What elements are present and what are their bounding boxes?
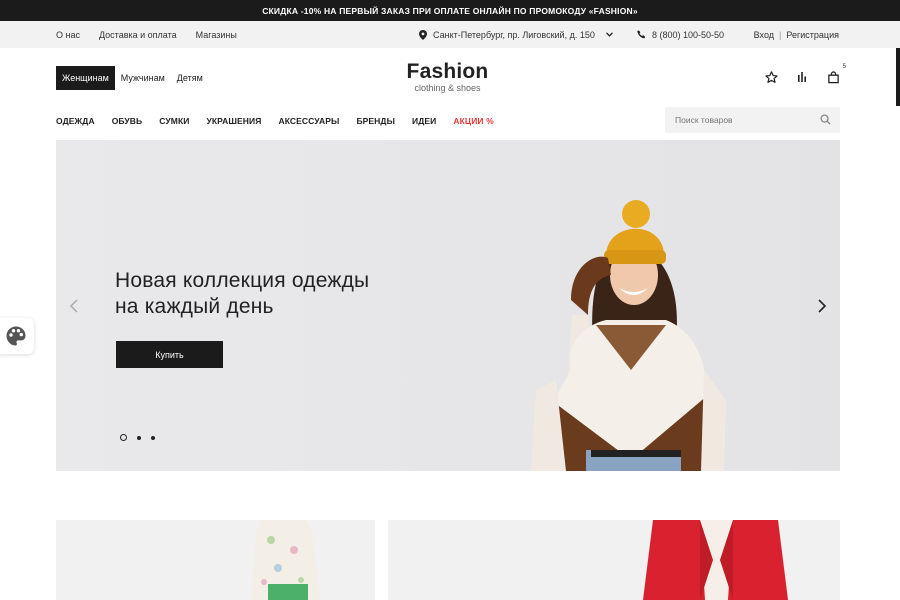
hero-title-line2: на каждый день bbox=[115, 295, 274, 318]
nav-brands[interactable]: БРЕНДЫ bbox=[356, 116, 395, 126]
prev-slide-arrow-icon[interactable] bbox=[68, 298, 80, 314]
logo-tagline: clothing & shoes bbox=[414, 83, 481, 93]
nav-shoes[interactable]: ОБУВЬ bbox=[112, 116, 143, 126]
nav-sale[interactable]: АКЦИИ % bbox=[453, 116, 493, 126]
nav-jewelry[interactable]: УКРАШЕНИЯ bbox=[206, 116, 261, 126]
tab-kids[interactable]: Детям bbox=[171, 66, 209, 90]
location-pin-icon bbox=[419, 29, 427, 40]
category-nav: ОДЕЖДА ОБУВЬ СУМКИ УКРАШЕНИЯ АКСЕССУАРЫ … bbox=[56, 110, 494, 132]
site-logo[interactable]: Fashion clothing & shoes bbox=[380, 60, 515, 93]
city-selector[interactable]: Санкт-Петербург, пр. Лиговский, д. 150 bbox=[419, 21, 613, 48]
phone-icon bbox=[637, 30, 646, 39]
hero-slider: Новая коллекция одежды на каждый день Ку… bbox=[56, 140, 840, 471]
nav-bags[interactable]: СУМКИ bbox=[159, 116, 189, 126]
slider-dot-2[interactable] bbox=[137, 435, 141, 440]
category-card-dress[interactable] bbox=[56, 520, 375, 600]
category-cards bbox=[0, 520, 900, 600]
hero-title: Новая коллекция одежды на каждый день bbox=[115, 268, 369, 320]
cart-count-badge: 5 bbox=[842, 64, 846, 70]
nav-clothing[interactable]: ОДЕЖДА bbox=[56, 116, 95, 126]
slider-dot-3[interactable] bbox=[151, 435, 155, 440]
auth-links: Вход | Регистрация bbox=[754, 21, 839, 48]
slider-dot-1[interactable] bbox=[120, 434, 127, 441]
promo-banner: СКИДКА -10% НА ПЕРВЫЙ ЗАКАЗ ПРИ ОПЛАТЕ О… bbox=[0, 0, 900, 21]
category-card-jacket[interactable] bbox=[388, 520, 840, 600]
favorites-star-icon[interactable] bbox=[764, 70, 778, 84]
tab-men[interactable]: Мужчинам bbox=[115, 66, 171, 90]
slider-dots bbox=[120, 434, 155, 441]
scrollbar-thumb[interactable] bbox=[896, 48, 900, 106]
nav-ideas[interactable]: ИДЕИ bbox=[412, 116, 436, 126]
header-actions: 5 bbox=[764, 64, 846, 84]
cart-bag-icon[interactable]: 5 bbox=[826, 64, 846, 84]
auth-separator: | bbox=[779, 29, 782, 40]
gender-tabs: Женщинам Мужчинам Детям bbox=[56, 66, 209, 90]
jacket-photo bbox=[643, 520, 788, 600]
search-input[interactable] bbox=[665, 115, 810, 125]
promo-text: СКИДКА -10% НА ПЕРВЫЙ ЗАКАЗ ПРИ ОПЛАТЕ О… bbox=[262, 5, 638, 16]
chevron-down-icon bbox=[605, 32, 613, 37]
palette-icon bbox=[5, 325, 27, 347]
login-link[interactable]: Вход bbox=[754, 30, 774, 40]
main-header: Женщинам Мужчинам Детям Fashion clothing… bbox=[0, 48, 900, 106]
buy-button[interactable]: Купить bbox=[116, 341, 223, 368]
top-links: О нас Доставка и оплата Магазины bbox=[56, 21, 237, 48]
register-link[interactable]: Регистрация bbox=[786, 30, 839, 40]
search-icon[interactable] bbox=[820, 114, 831, 125]
hero-title-line1: Новая коллекция одежды bbox=[115, 269, 370, 292]
compare-bars-icon[interactable] bbox=[795, 70, 809, 84]
search-box bbox=[665, 107, 840, 133]
tab-women[interactable]: Женщинам bbox=[56, 66, 115, 90]
phone-link[interactable]: 8 (800) 100-50-50 bbox=[637, 21, 724, 48]
link-delivery[interactable]: Доставка и оплата bbox=[99, 30, 177, 40]
address-text: Санкт-Петербург, пр. Лиговский, д. 150 bbox=[433, 29, 595, 40]
dress-photo bbox=[251, 520, 321, 600]
top-bar: О нас Доставка и оплата Магазины Санкт-П… bbox=[0, 21, 900, 48]
logo-name: Fashion bbox=[406, 60, 489, 83]
link-about[interactable]: О нас bbox=[56, 30, 80, 40]
hero-model-photo bbox=[531, 200, 726, 471]
next-slide-arrow-icon[interactable] bbox=[816, 298, 828, 314]
theme-settings-button[interactable] bbox=[0, 318, 34, 354]
phone-number: 8 (800) 100-50-50 bbox=[652, 29, 725, 40]
nav-accessories[interactable]: АКСЕССУАРЫ bbox=[278, 116, 339, 126]
link-stores[interactable]: Магазины bbox=[196, 30, 237, 40]
